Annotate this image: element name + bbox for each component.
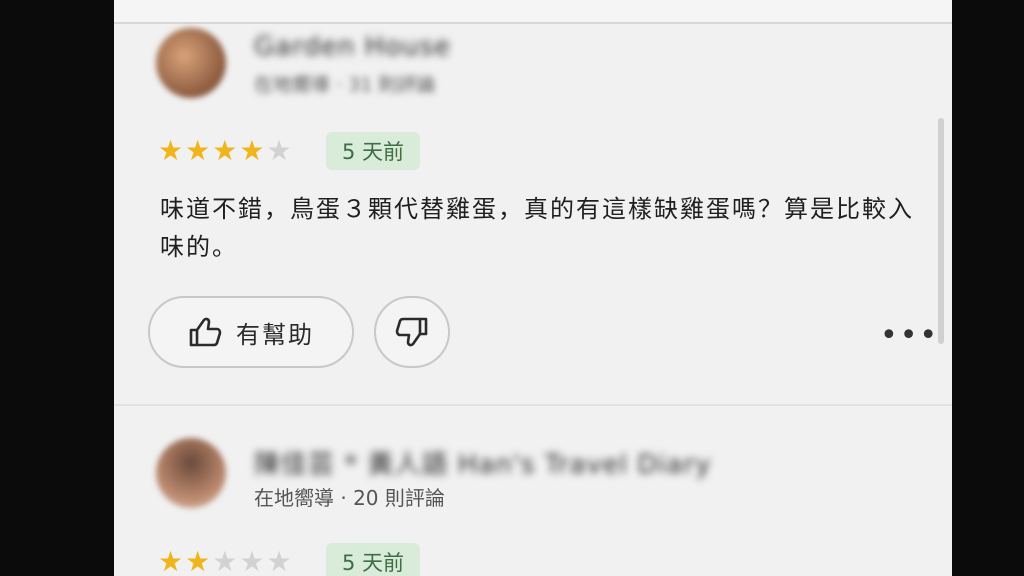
- rating-stars: ★★★★★: [158, 548, 294, 576]
- avatar[interactable]: [156, 438, 226, 508]
- review-text: 味道不錯，鳥蛋３顆代替雞蛋，真的有這樣缺雞蛋嗎？算是比較入味的。: [160, 195, 914, 261]
- scrollbar[interactable]: [938, 118, 944, 344]
- review-time-badge: 5 天前: [326, 543, 421, 576]
- star-empty-icon: ★: [212, 545, 240, 576]
- star-filled-icon: ★: [185, 134, 213, 167]
- dislike-button[interactable]: [374, 296, 450, 368]
- reviews-panel: Garden House 在地嚮導 · 31 則評論 ★★★★★ 5 天前 味道…: [114, 0, 952, 576]
- star-filled-icon: ★: [239, 134, 267, 167]
- star-filled-icon: ★: [185, 545, 213, 576]
- star-filled-icon: ★: [158, 545, 186, 576]
- star-empty-icon: ★: [266, 545, 294, 576]
- rating-stars: ★★★★★: [158, 137, 294, 165]
- top-bar: [114, 0, 952, 24]
- star-filled-icon: ★: [212, 134, 240, 167]
- author-name[interactable]: Garden House: [254, 32, 451, 62]
- helpful-button[interactable]: 有幫助: [148, 296, 354, 368]
- thumbs-up-icon: [188, 316, 222, 348]
- more-dots-icon[interactable]: •••: [880, 318, 939, 353]
- thumbs-down-icon: [395, 316, 429, 348]
- author-meta: 在地嚮導 · 31 則評論: [254, 74, 436, 96]
- helpful-label: 有幫助: [236, 320, 314, 349]
- author-meta: 在地嚮導 · 20 則評論: [254, 486, 445, 510]
- review-time-badge: 5 天前: [326, 132, 421, 170]
- star-filled-icon: ★: [158, 134, 186, 167]
- star-empty-icon: ★: [239, 545, 267, 576]
- avatar[interactable]: [156, 28, 226, 98]
- author-name[interactable]: 陳佳芸 * 黃人語 Han's Travel Diary: [254, 444, 712, 481]
- divider: [114, 404, 952, 406]
- star-empty-icon: ★: [266, 134, 294, 167]
